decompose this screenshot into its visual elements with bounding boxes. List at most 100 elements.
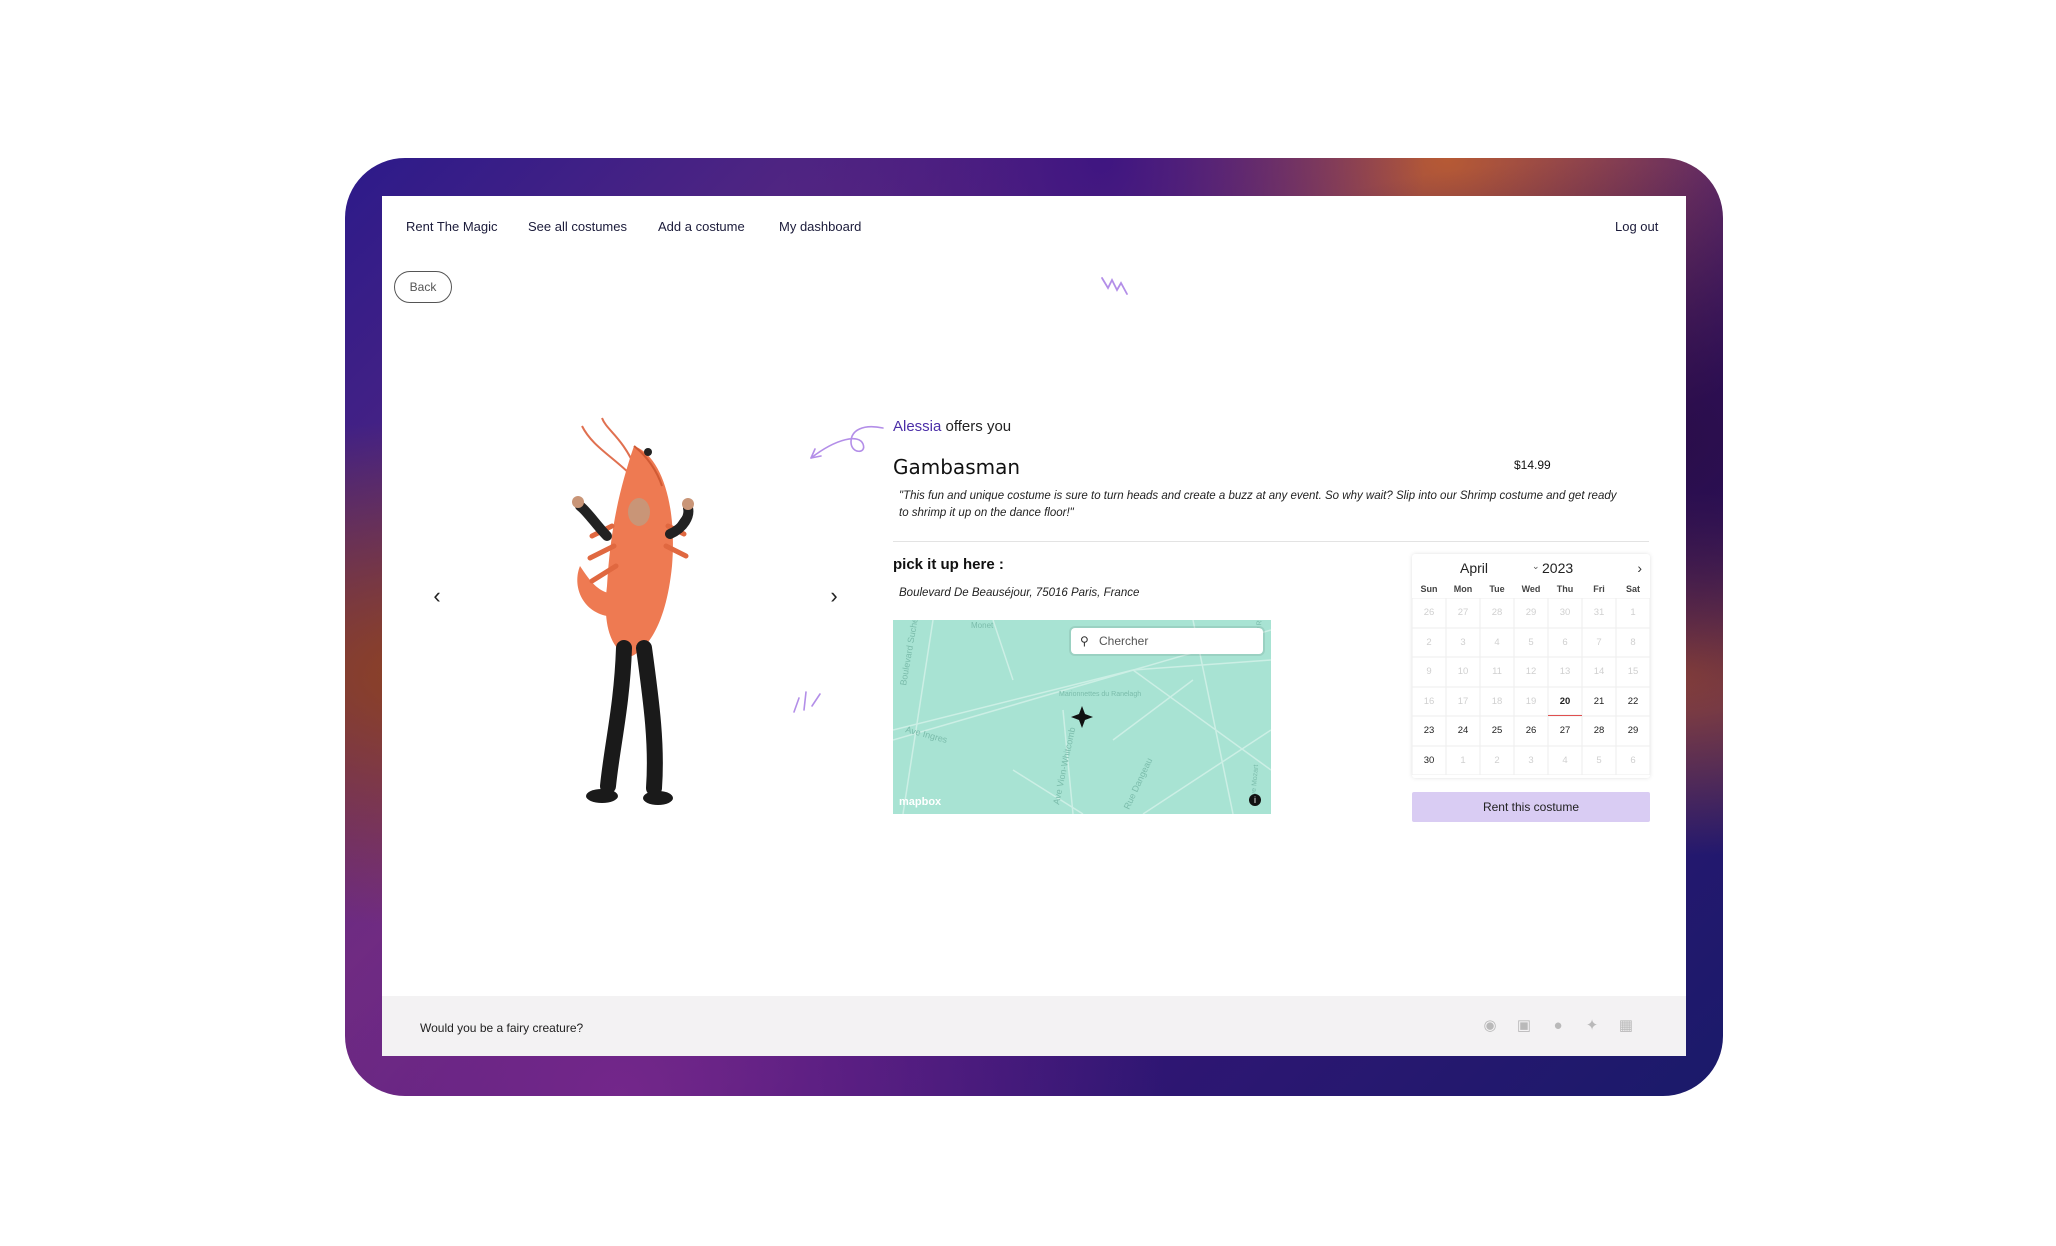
calendar-day: 7 [1582, 628, 1616, 658]
twitter-icon[interactable]: ✦ [1582, 1016, 1602, 1036]
calendar-day[interactable]: 24 [1446, 716, 1480, 746]
calendar-day[interactable]: 23 [1412, 716, 1446, 746]
app-screen: Rent The Magic See all costumes Add a co… [382, 196, 1686, 1056]
calendar-day[interactable]: 26 [1514, 716, 1548, 746]
calendar-day[interactable]: 21 [1582, 687, 1616, 717]
date-picker: April ⌄ 2023 › Sun Mon Tue Wed Thu Fri Sat 26 2… [1412, 554, 1650, 778]
calendar-day: 3 [1446, 628, 1480, 658]
calendar-day: 8 [1616, 628, 1650, 658]
calendar-day[interactable]: 29 [1616, 716, 1650, 746]
calendar-day[interactable]: 22 [1616, 687, 1650, 717]
calendar-day: 2 [1480, 746, 1514, 776]
calendar-day: 4 [1548, 746, 1582, 776]
calendar-days: 26 27 28 29 30 31 1 2 3 4 5 6 7 8 9 10 11 12 13 14 15 16 17 18 1… [1412, 598, 1650, 775]
calendar-day: 16 [1412, 687, 1446, 717]
nav-dashboard-link[interactable]: My dashboard [779, 219, 861, 234]
calendar-day: 6 [1616, 746, 1650, 776]
weekday-label: Wed [1521, 584, 1541, 594]
map-info-icon[interactable]: i [1249, 794, 1261, 806]
offer-text: offers you [941, 418, 1012, 435]
calendar-day: 3 [1514, 746, 1548, 776]
owner-name-link[interactable]: Alessia [893, 418, 941, 435]
calendar-day: 5 [1582, 746, 1616, 776]
map-marker-icon[interactable] [1071, 706, 1093, 728]
weekday-label: Tue [1489, 584, 1505, 594]
back-button[interactable]: Back [394, 271, 452, 303]
rent-costume-button[interactable]: Rent this costume [1412, 792, 1650, 822]
calendar-day[interactable]: 30 [1412, 746, 1446, 776]
calendar-day: 1 [1446, 746, 1480, 776]
calendar-day: 12 [1514, 657, 1548, 687]
next-month-button[interactable]: › [1637, 560, 1642, 576]
footer-tagline: Would you be a fairy creature? [420, 1021, 584, 1035]
github-icon[interactable]: ◉ [1480, 1016, 1500, 1036]
top-nav: Rent The Magic See all costumes Add a co… [382, 196, 1686, 256]
weekday-label: Fri [1593, 584, 1605, 594]
offer-line: Alessia offers you [893, 418, 1011, 435]
map-label-rue-dangeau: Rue Dangeau [1122, 756, 1155, 811]
weekday-label: Sun [1420, 584, 1438, 594]
costume-price: $14.99 [1514, 458, 1551, 472]
map-search-input[interactable]: ⚲ Chercher [1071, 628, 1263, 654]
calendar-day: 19 [1514, 687, 1548, 717]
chevron-down-icon[interactable]: ⌄ [1532, 561, 1540, 572]
calendar-day: 11 [1480, 657, 1514, 687]
map-label-ave-ingres: Ave Ingres [904, 724, 948, 745]
carousel-next-button[interactable]: › [819, 581, 849, 611]
calendar-day: 10 [1446, 657, 1480, 687]
linkedin-icon[interactable]: ▦ [1616, 1016, 1636, 1036]
calendar-day: 6 [1548, 628, 1582, 658]
calendar-day: 29 [1514, 598, 1548, 628]
divider [893, 541, 1649, 542]
calendar-day: 15 [1616, 657, 1650, 687]
map-label-ave-vion-whitcomb: Ave Vion-Whitcomb [1051, 726, 1077, 805]
calendar-day[interactable]: 28 [1582, 716, 1616, 746]
footer: Would you be a fairy creature? ◉ ▣ ● ✦ ▦ [382, 996, 1686, 1056]
nav-brand-link[interactable]: Rent The Magic [406, 219, 498, 234]
map-label-monet: Monet [971, 621, 994, 630]
nav-all-costumes-link[interactable]: See all costumes [528, 219, 627, 234]
calendar-day: 4 [1480, 628, 1514, 658]
calendar-day: 26 [1412, 598, 1446, 628]
squiggle-doodle-icon [1101, 277, 1128, 295]
map-label-marionnettes: Marionnettes du Ranelagh [1059, 691, 1141, 698]
social-links: ◉ ▣ ● ✦ ▦ [1480, 1016, 1636, 1036]
mapbox-logo: mapbox [899, 796, 942, 808]
calendar-day: 17 [1446, 687, 1480, 717]
calendar-day: 9 [1412, 657, 1446, 687]
costume-description: "This fun and unique costume is sure to … [899, 490, 1617, 519]
calendar-day: 18 [1480, 687, 1514, 717]
weekday-label: Sat [1625, 584, 1640, 594]
calendar-day[interactable]: 25 [1480, 716, 1514, 746]
calendar-day: 14 [1582, 657, 1616, 687]
costume-carousel: ‹ › [422, 416, 872, 816]
calendar-day: 1 [1616, 598, 1650, 628]
pickup-address: Boulevard De Beauséjour, 75016 Paris, Fr… [899, 587, 1140, 599]
carousel-prev-button[interactable]: ‹ [422, 581, 452, 611]
costume-title: Gambasman [893, 455, 1021, 479]
nav-add-costume-link[interactable]: Add a costume [658, 219, 745, 234]
calendar-day: 27 [1446, 598, 1480, 628]
nav-logout-link[interactable]: Log out [1615, 219, 1658, 234]
month-select[interactable]: April [1460, 560, 1488, 576]
instagram-icon[interactable]: ▣ [1514, 1016, 1534, 1036]
costume-photo [572, 417, 694, 805]
calendar-day: 2 [1412, 628, 1446, 658]
weekday-row: Sun Mon Tue Wed Thu Fri Sat [1412, 584, 1650, 594]
calendar-day: 31 [1582, 598, 1616, 628]
map-search-placeholder: Chercher [1099, 634, 1149, 648]
calendar-day: 28 [1480, 598, 1514, 628]
calendar-header: April ⌄ 2023 › [1412, 558, 1650, 578]
calendar-day: 30 [1548, 598, 1582, 628]
year-select[interactable]: 2023 [1542, 560, 1573, 576]
weekday-label: Thu [1556, 584, 1574, 594]
calendar-day: 5 [1514, 628, 1548, 658]
search-icon: ⚲ [1080, 634, 1089, 648]
calendar-day[interactable]: 20 [1548, 687, 1582, 716]
calendar-day[interactable]: 27 [1548, 716, 1582, 746]
pickup-heading: pick it up here : [893, 556, 1004, 573]
facebook-icon[interactable]: ● [1548, 1016, 1568, 1036]
calendar-day: 13 [1548, 657, 1582, 687]
map-label-boulevard-suchet: Boulevard Suchet [898, 620, 920, 686]
pickup-map[interactable]: Boulevard Suchet Ave Ingres Ave Vion-Whi… [893, 620, 1271, 814]
